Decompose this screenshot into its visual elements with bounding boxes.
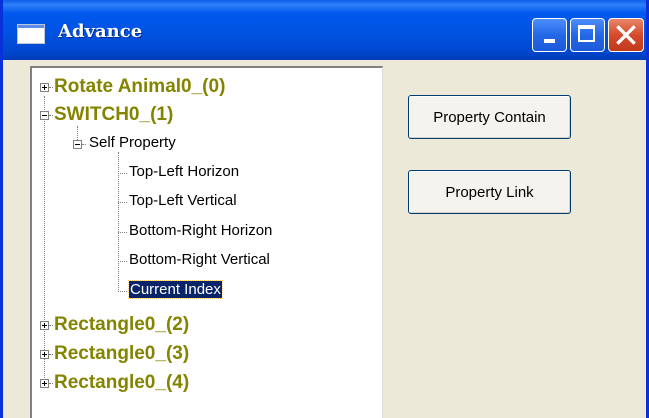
tree-item-label: SWITCH0_(1) xyxy=(54,104,174,125)
minimize-icon xyxy=(544,39,555,43)
tree-item-label: Bottom-Right Horizon xyxy=(129,222,273,239)
tree-item-label: Rectangle0_(2) xyxy=(54,314,190,335)
property-tree[interactable]: Rotate Animal0_(0) SWITCH0_(1) Self Prop… xyxy=(30,66,383,418)
tree-item-label-selected: Current Index xyxy=(128,280,223,299)
close-button[interactable] xyxy=(608,18,644,52)
minus-box-icon[interactable] xyxy=(40,111,49,120)
close-icon xyxy=(616,25,636,45)
tree-item-label: Bottom-Right Vertical xyxy=(129,251,270,268)
tree-item-label: Rotate Animal0_(0) xyxy=(54,76,226,97)
tree-item-label: Top-Left Vertical xyxy=(129,192,237,209)
window-title: Advance xyxy=(58,21,143,42)
advance-window: Advance Rotate Animal0_(0) SWITCH0_(1) S… xyxy=(0,0,649,418)
tree-item-label: Rectangle0_(4) xyxy=(54,372,190,393)
minus-box-icon[interactable] xyxy=(73,140,82,149)
plus-box-icon[interactable] xyxy=(40,321,49,330)
plus-box-icon[interactable] xyxy=(40,379,49,388)
maximize-icon xyxy=(578,25,595,42)
minimize-button[interactable] xyxy=(532,18,567,52)
tree-item-label: Top-Left Horizon xyxy=(129,163,240,180)
tree-item-label: Self Property xyxy=(89,134,176,151)
plus-box-icon[interactable] xyxy=(40,83,49,92)
property-link-button[interactable]: Property Link xyxy=(408,170,571,214)
maximize-button[interactable] xyxy=(570,18,605,52)
tree-connector xyxy=(44,96,45,378)
plus-box-icon[interactable] xyxy=(40,350,49,359)
property-contain-button[interactable]: Property Contain xyxy=(408,95,571,139)
window-icon xyxy=(17,24,45,44)
title-bar[interactable]: Advance xyxy=(3,0,646,60)
tree-item-label: Rectangle0_(3) xyxy=(54,343,190,364)
